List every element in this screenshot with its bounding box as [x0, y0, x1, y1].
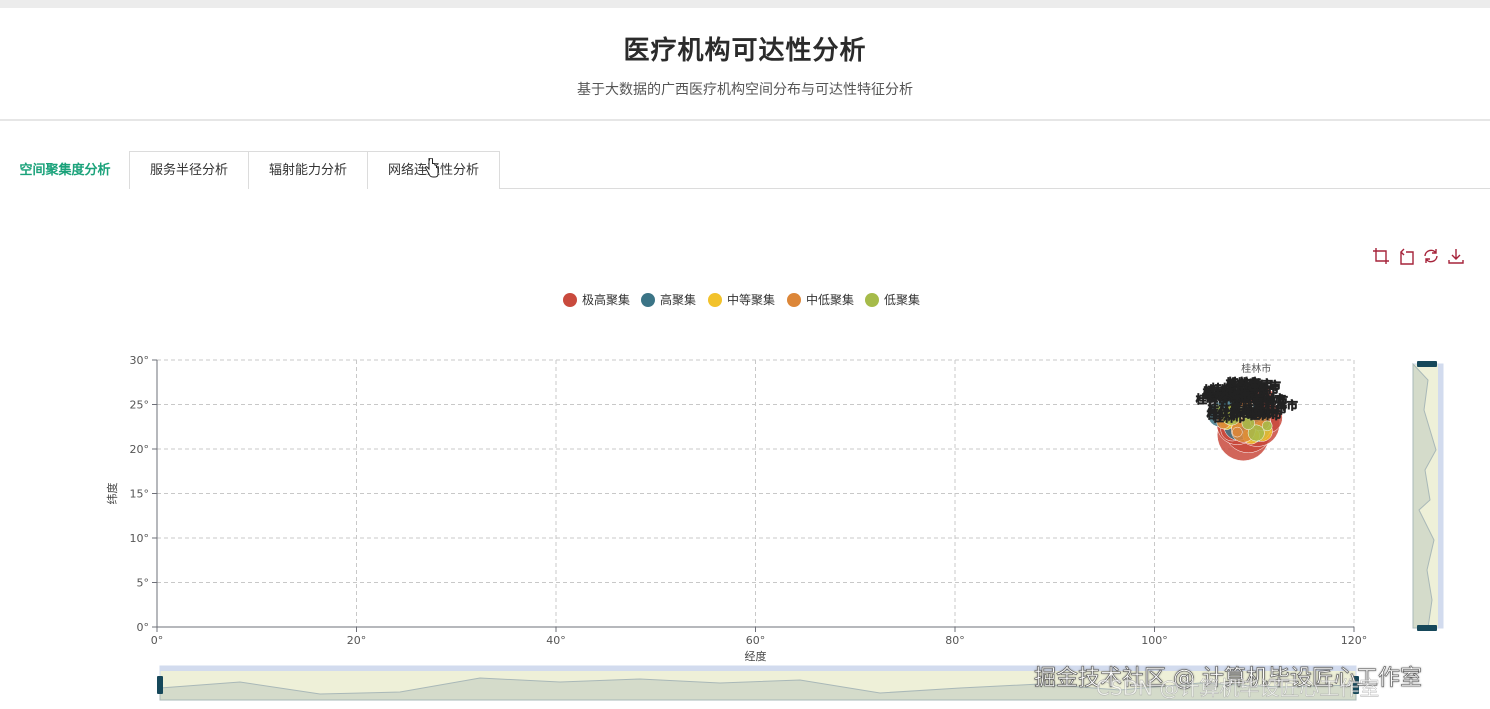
x-tick-label: 80°	[945, 634, 965, 647]
scatter-point	[1232, 426, 1243, 438]
x-tick-label: 40°	[546, 634, 566, 647]
watermark-text-secondary: CSDN @计算机毕设匠心工作室	[1096, 676, 1380, 700]
legend-label: 中等聚集	[727, 293, 776, 307]
point-label: 桂林市	[1207, 407, 1240, 421]
x-tick-label: 20°	[347, 634, 367, 647]
page-header: 医疗机构可达性分析 基于大数据的广西医疗机构空间分布与可达性特征分析	[0, 8, 1490, 121]
legend-dot	[641, 293, 655, 307]
page-title: 医疗机构可达性分析	[623, 36, 867, 66]
restore-icon[interactable]	[1422, 247, 1440, 265]
legend-label: 中低聚集	[806, 293, 855, 307]
point-label-top: 桂林市	[1241, 362, 1271, 375]
x-tick-label: 60°	[746, 634, 766, 647]
legend-label: 极高聚集	[582, 293, 631, 307]
tab-service-radius[interactable]: 服务半径分析	[129, 151, 249, 189]
y-tick-label: 15°	[130, 488, 150, 501]
x-tick-label: 120°	[1341, 634, 1368, 647]
zoom-reset-icon[interactable]	[1397, 247, 1415, 265]
y-tick-label: 5°	[137, 577, 150, 590]
zoom-icon[interactable]	[1372, 247, 1390, 265]
x-tick-label: 0°	[151, 634, 164, 647]
chart-toolbox	[1372, 247, 1464, 265]
y-tick-label: 20°	[130, 443, 150, 456]
tab-spatial-cluster[interactable]: 空间聚集度分析	[0, 151, 130, 190]
chart-grid	[156, 359, 1355, 628]
y-tick-label: 0°	[137, 621, 150, 634]
page-subtitle: 基于大数据的广西医疗机构空间分布与可达性特征分析	[577, 82, 913, 98]
datazoom-x-handle-left[interactable]	[157, 676, 163, 694]
y-tick-label: 25°	[130, 399, 150, 412]
legend-dot	[563, 293, 577, 307]
scatter-chart: 0° 20° 40° 60° 80° 100° 120° 0° 5° 10° 15° 20° 25° 30…	[105, 354, 1444, 701]
x-tick-label: 100°	[1141, 634, 1168, 647]
datazoom-y-handle-top[interactable]	[1417, 361, 1437, 367]
x-axis-title: 经度	[745, 649, 767, 663]
top-bar	[0, 0, 1490, 8]
datazoom-y-handle-bottom[interactable]	[1417, 625, 1437, 631]
chart-axes: 0° 20° 40° 60° 80° 100° 120° 0° 5° 10° 15° 20° 25° 30…	[105, 354, 1367, 663]
y-tick-label: 30°	[130, 354, 150, 367]
datazoom-y-side-band	[1438, 364, 1443, 628]
scatter-point	[1261, 420, 1273, 432]
legend-dot	[787, 293, 801, 307]
y-axis-title: 纬度	[105, 483, 119, 505]
hand-cursor-icon	[425, 158, 439, 178]
legend-dot	[708, 293, 722, 307]
point-label: 桂林市	[1211, 382, 1244, 396]
legend-dot	[865, 293, 879, 307]
legend-label: 高聚集	[660, 293, 697, 307]
y-tick-label: 10°	[130, 532, 150, 545]
analysis-tabs: 空间聚集度分析 服务半径分析 辐射能力分析 网络连通性分析	[0, 151, 1490, 190]
tab-radiation-capacity[interactable]: 辐射能力分析	[248, 151, 368, 189]
download-icon[interactable]	[1447, 247, 1465, 265]
legend-label: 低聚集	[884, 293, 921, 307]
chart-point-labels: 桂林市桂林市桂林市桂林市桂林市桂林市桂林市桂林市桂林市桂林市桂林市桂林市桂林市桂…	[1195, 362, 1298, 425]
point-label: 桂林市	[1265, 398, 1298, 412]
